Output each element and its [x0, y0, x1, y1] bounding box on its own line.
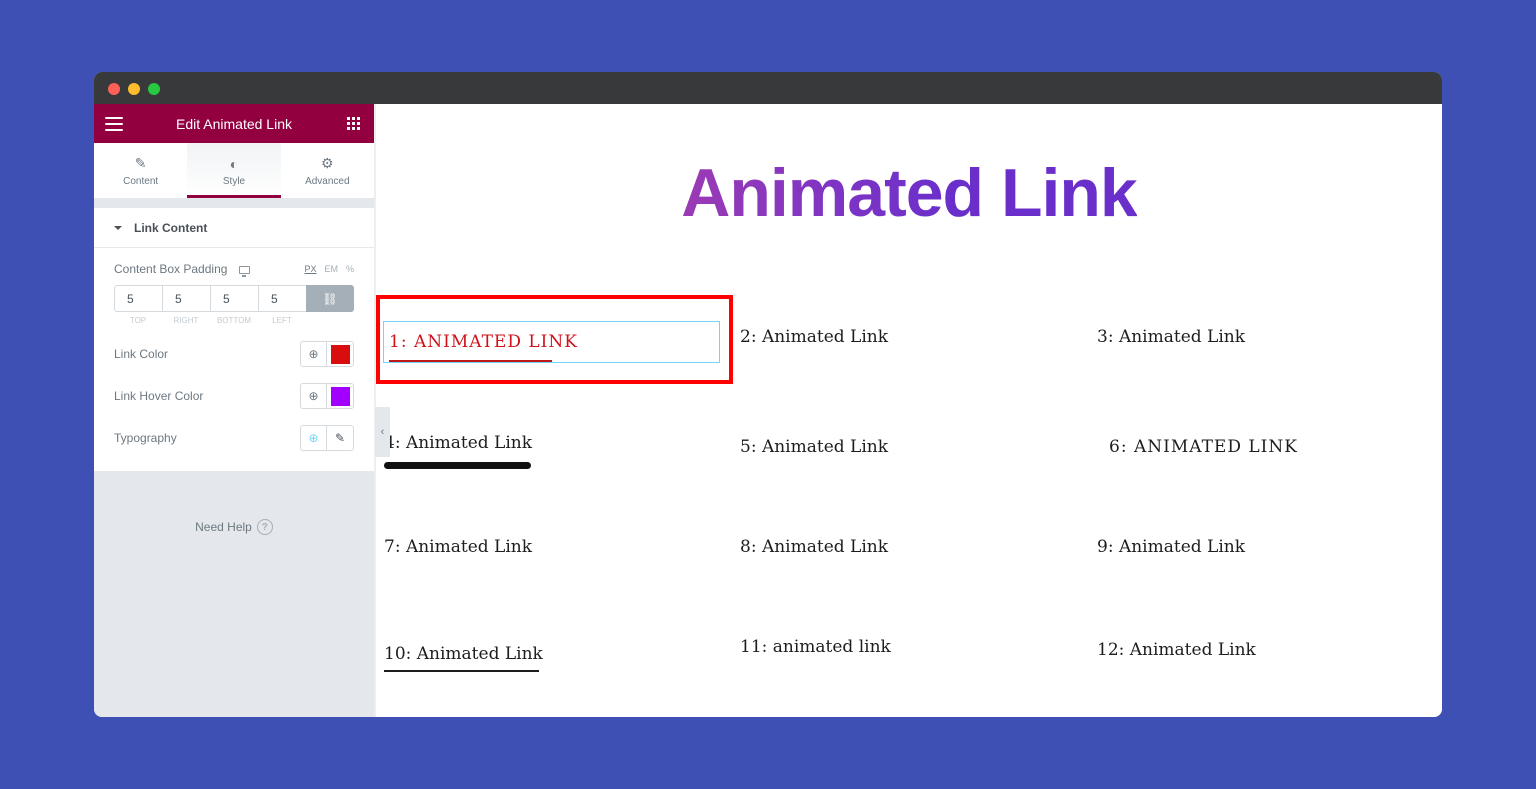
section-controls: Content Box Padding PX EM % 5 5 5 5 ⛓ TO… [94, 248, 374, 471]
edit-typography-button[interactable]: ✎ [327, 426, 353, 450]
caret-down-icon [114, 225, 122, 230]
tab-label: Style [222, 175, 246, 187]
page-heading: Animated Link [376, 154, 1442, 232]
color-swatch [330, 386, 350, 406]
need-help-label: Need Help [195, 520, 252, 534]
collapse-panel-button[interactable]: ‹ [375, 407, 390, 457]
link-hover-color-picker: ⊕ [300, 383, 354, 409]
link-color-swatch-button[interactable] [327, 342, 353, 366]
link-color-picker: ⊕ [300, 341, 354, 367]
label-bottom: Bottom [216, 316, 252, 325]
animated-link-4[interactable]: 4: Animated Link [384, 433, 532, 453]
animated-link-10[interactable]: 10: Animated Link [384, 644, 543, 664]
padding-label: Content Box Padding [114, 262, 250, 277]
padding-left-input[interactable]: 5 [258, 285, 306, 312]
hamburger-icon[interactable] [105, 117, 123, 131]
question-icon: ? [256, 519, 273, 535]
need-help-link[interactable]: Need Help ? [94, 519, 374, 535]
tab-advanced[interactable]: ⚙ Advanced [281, 143, 374, 198]
animated-link-1[interactable]: 1: ANIMATED LINK [389, 332, 578, 352]
padding-inputs: 5 5 5 5 ⛓ [114, 285, 354, 312]
animated-link-6[interactable]: 6: ANIMATED LINK [1109, 437, 1298, 457]
color-swatch [330, 344, 350, 364]
unit-px[interactable]: PX [304, 264, 316, 274]
tab-label: Advanced [305, 175, 350, 187]
panel-title: Edit Animated Link [176, 115, 292, 132]
tab-content[interactable]: ✎ Content [94, 143, 187, 198]
link-1-underline [389, 360, 552, 362]
label-top: Top [129, 316, 147, 325]
link-hover-color-control: Link Hover Color ⊕ [114, 375, 354, 417]
heading-text: Animated Link [681, 155, 1137, 231]
grid-icon[interactable] [347, 117, 360, 130]
animated-link-8[interactable]: 8: Animated Link [740, 537, 888, 557]
link-content-section: Link Content Content Box Padding PX EM %… [94, 208, 374, 471]
padding-side-labels: Top Right Bottom Left [114, 316, 354, 325]
section-toggle-link-content[interactable]: Link Content [94, 208, 374, 248]
label-left: Left [272, 316, 292, 325]
link-4-underline-bar [384, 462, 531, 469]
animated-link-11[interactable]: 11: animated link [740, 637, 891, 657]
link-color-label: Link Color [114, 347, 169, 361]
link-values-button[interactable]: ⛓ [306, 285, 354, 312]
chevron-left-icon: ‹ [380, 426, 385, 438]
animated-link-2[interactable]: 2: Animated Link [740, 327, 888, 347]
maximize-window-button[interactable] [148, 83, 160, 95]
animated-link-3[interactable]: 3: Animated Link [1097, 327, 1245, 347]
padding-top-input[interactable]: 5 [114, 285, 162, 312]
half-circle-icon: ◐ [229, 155, 239, 172]
link-hover-color-swatch-button[interactable] [327, 384, 353, 408]
padding-bottom-input[interactable]: 5 [210, 285, 258, 312]
animated-link-5[interactable]: 5: Animated Link [740, 437, 888, 457]
typography-control: Typography ⊕ ✎ [114, 417, 354, 459]
animated-link-12[interactable]: 12: Animated Link [1097, 640, 1256, 660]
unit-switcher: PX EM % [304, 264, 354, 274]
typography-picker: ⊕ ✎ [300, 425, 354, 451]
unit-em[interactable]: EM [324, 264, 338, 274]
preview-canvas: Animated Link 1: ANIMATED LINK 2: Animat… [376, 104, 1442, 717]
label-right: Right [173, 316, 199, 325]
animated-link-9[interactable]: 9: Animated Link [1097, 537, 1245, 557]
browser-window: Edit Animated Link ✎ Content ◐ Style ⚙ A… [94, 72, 1442, 717]
spacer [94, 198, 374, 208]
window-titlebar [94, 72, 1442, 104]
panel-tabs: ✎ Content ◐ Style ⚙ Advanced [94, 143, 374, 198]
globe-icon[interactable]: ⊕ [301, 384, 327, 408]
link-hover-color-label: Link Hover Color [114, 389, 204, 403]
pencil-icon: ✎ [134, 155, 147, 171]
close-window-button[interactable] [108, 83, 120, 95]
globe-icon[interactable]: ⊕ [301, 342, 327, 366]
typography-label: Typography [114, 431, 177, 445]
padding-right-input[interactable]: 5 [162, 285, 210, 312]
editor-panel: Edit Animated Link ✎ Content ◐ Style ⚙ A… [94, 104, 374, 717]
padding-control-header: Content Box Padding PX EM % [114, 262, 354, 277]
link-icon: ⛓ [322, 291, 338, 306]
pencil-icon: ✎ [334, 431, 346, 445]
animated-link-7[interactable]: 7: Animated Link [384, 537, 532, 557]
padding-label-text: Content Box Padding [114, 262, 228, 276]
link-color-control: Link Color ⊕ [114, 333, 354, 375]
desktop-responsive-icon[interactable] [238, 265, 250, 277]
globe-icon[interactable]: ⊕ [301, 426, 327, 450]
tab-label: Content [123, 175, 159, 187]
link-10-underline [384, 670, 539, 672]
section-title: Link Content [134, 220, 208, 235]
panel-header: Edit Animated Link [94, 104, 374, 143]
unit-percent[interactable]: % [346, 264, 354, 274]
tab-style[interactable]: ◐ Style [187, 143, 281, 198]
minimize-window-button[interactable] [128, 83, 140, 95]
gear-icon: ⚙ [321, 155, 334, 171]
